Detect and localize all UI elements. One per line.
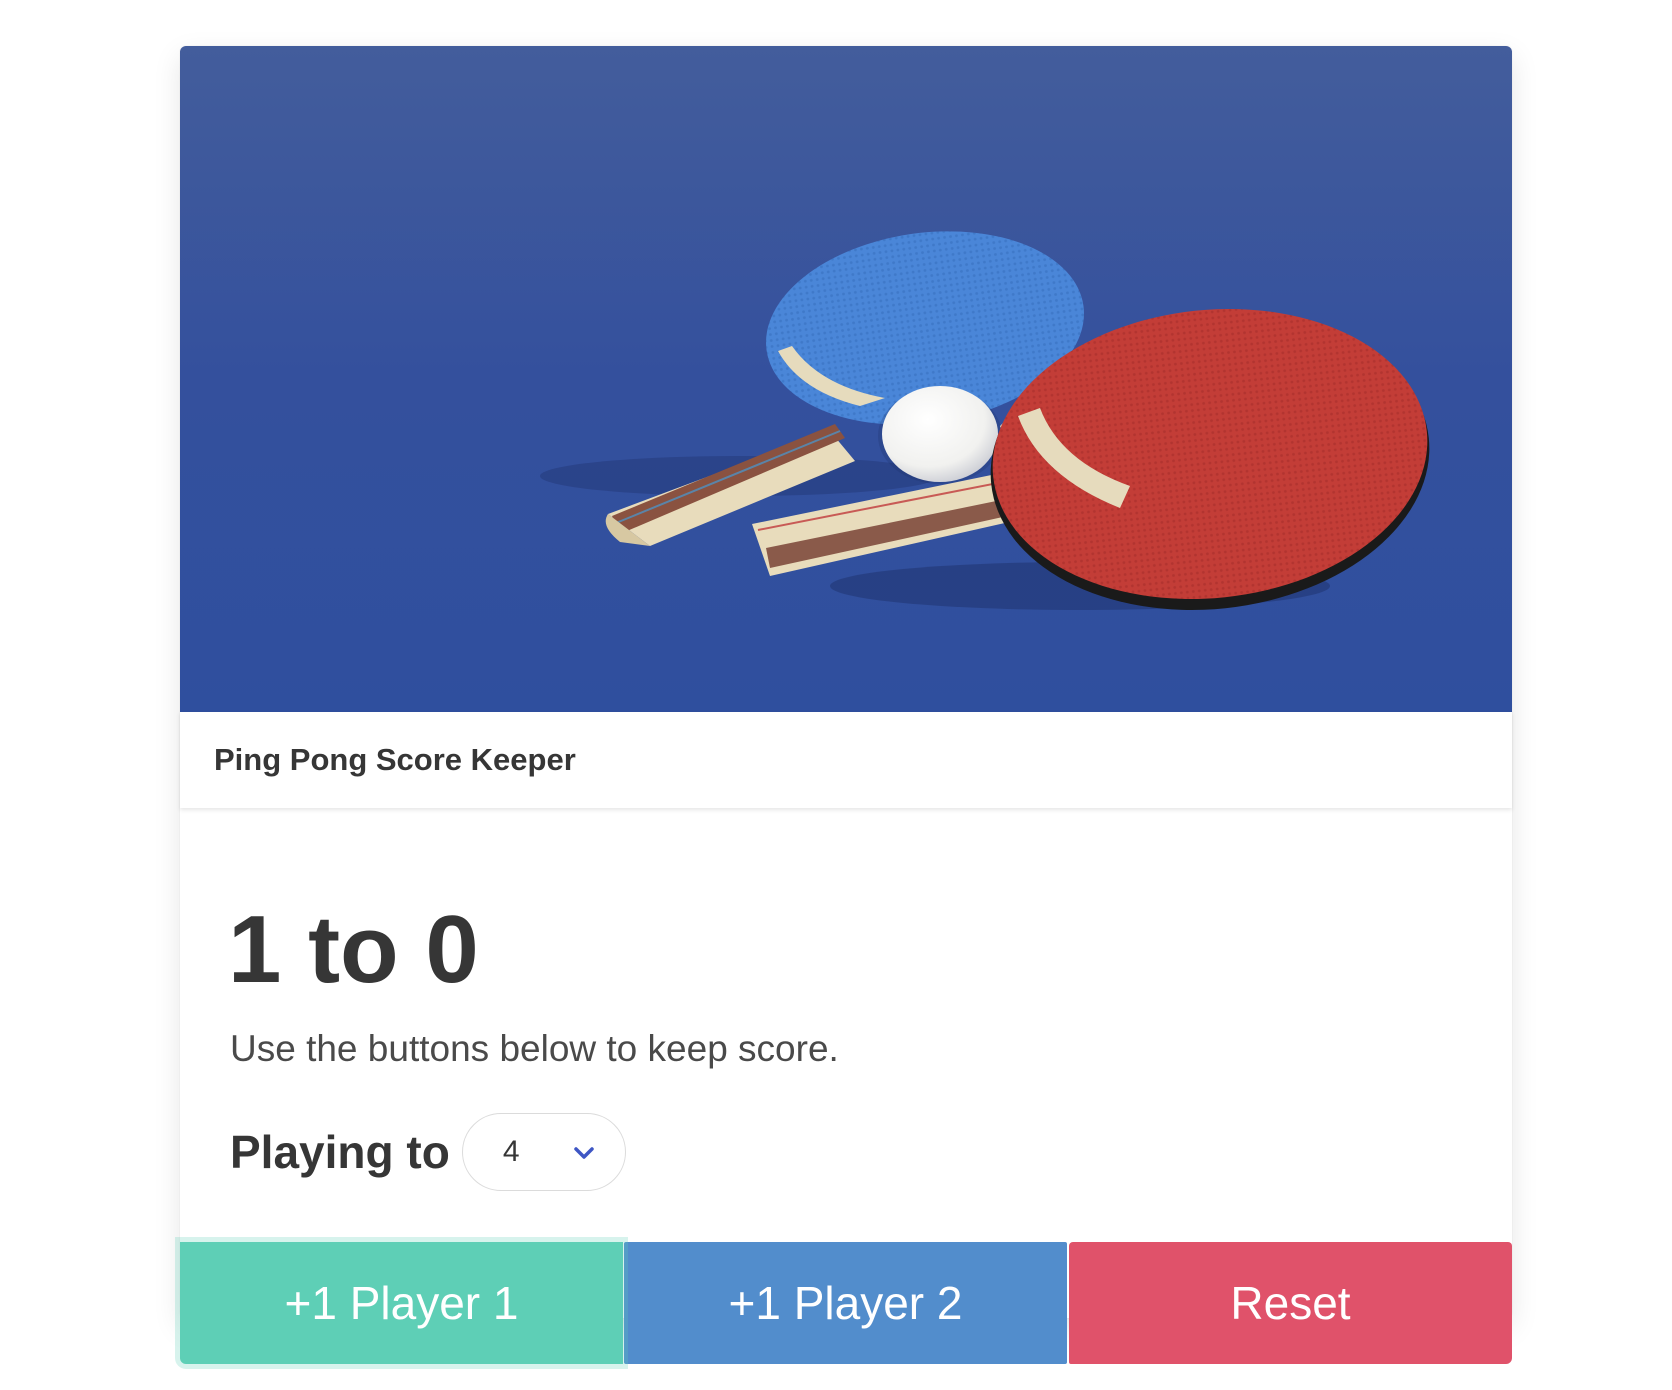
card-image: [180, 46, 1512, 712]
add-point-player1-button[interactable]: +1 Player 1: [180, 1242, 623, 1364]
score-keeper-card: Ping Pong Score Keeper 1 to 0 Use the bu…: [180, 46, 1512, 1364]
reset-button[interactable]: Reset: [1069, 1242, 1512, 1364]
card-title: Ping Pong Score Keeper: [214, 742, 576, 777]
add-point-player2-button[interactable]: +1 Player 2: [624, 1242, 1067, 1364]
playing-to-label: Playing to: [230, 1126, 450, 1178]
playing-to-selected-value: 4: [502, 1135, 520, 1168]
score-display: 1 to 0: [228, 896, 479, 1003]
ping-pong-paddles-image: [180, 46, 1512, 712]
score-buttons: +1 Player 1 +1 Player 2 Reset: [180, 1242, 1512, 1364]
playing-to-select[interactable]: 4: [461, 1113, 626, 1191]
playing-to-row: Playing to 4: [230, 1112, 626, 1192]
card-header: Ping Pong Score Keeper: [180, 712, 1512, 808]
chevron-down-icon: [574, 1147, 594, 1159]
instructions-text: Use the buttons below to keep score.: [230, 1028, 839, 1069]
